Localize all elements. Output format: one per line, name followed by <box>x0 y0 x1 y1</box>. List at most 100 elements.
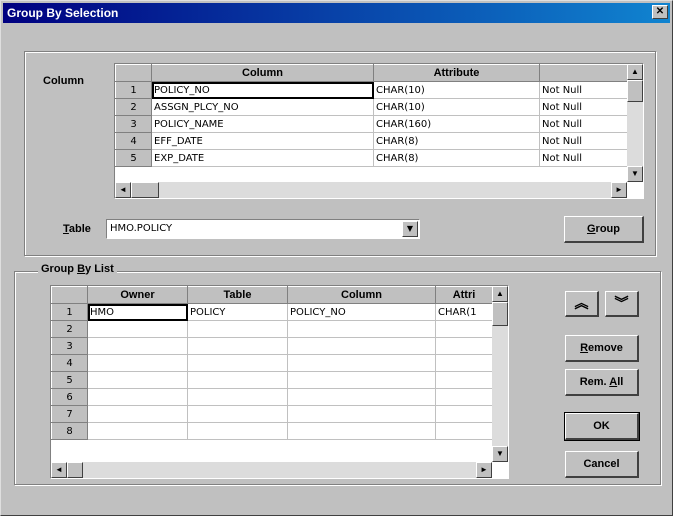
cell-table[interactable]: POLICY <box>187 303 288 321</box>
cell-attri[interactable] <box>435 422 493 440</box>
ok-button[interactable]: OK <box>564 412 640 441</box>
table-row[interactable]: 1 HMO POLICY POLICY_NO CHAR(1 <box>51 303 493 321</box>
table-row[interactable]: 5 <box>51 371 493 389</box>
hscroll-thumb[interactable] <box>67 462 83 478</box>
header-column[interactable]: Column <box>287 286 436 304</box>
cell-table[interactable] <box>187 405 288 423</box>
table-row[interactable]: 3 POLICY_NAME CHAR(160) Not Null <box>115 115 628 133</box>
cell-owner[interactable]: HMO <box>87 303 188 321</box>
column-label: Column <box>43 75 84 87</box>
cell-column[interactable]: EXP_DATE <box>151 149 374 167</box>
cell-attri[interactable] <box>435 388 493 406</box>
cell-column[interactable] <box>287 388 436 406</box>
cell-attri[interactable] <box>435 405 493 423</box>
table-label: Table <box>63 223 91 235</box>
cell-nullable[interactable]: Not Null <box>539 81 628 99</box>
dropdown-icon[interactable]: ▼ <box>402 221 418 237</box>
cell-owner[interactable] <box>87 388 188 406</box>
column-grid-hscroll[interactable]: ◄ ► <box>115 182 627 198</box>
cell-owner[interactable] <box>87 354 188 372</box>
table-row[interactable]: 8 <box>51 422 493 440</box>
hscroll-thumb[interactable] <box>131 182 159 198</box>
header-attri[interactable]: Attri <box>435 286 493 304</box>
group-by-list-label-rest: y List <box>85 263 114 275</box>
cell-attri[interactable] <box>435 337 493 355</box>
table-combobox[interactable]: HMO.POLICY ▼ <box>106 219 420 239</box>
cell-attribute[interactable]: CHAR(10) <box>373 81 540 99</box>
column-grid[interactable]: Column Attribute 1 POLICY_NO CHAR(10) Not N… <box>114 63 644 199</box>
cell-owner[interactable] <box>87 371 188 389</box>
cell-table[interactable] <box>187 320 288 338</box>
cancel-button[interactable]: Cancel <box>565 451 639 478</box>
cell-owner[interactable] <box>87 405 188 423</box>
cell-column[interactable]: POLICY_NO <box>151 81 374 99</box>
scroll-left-icon[interactable]: ◄ <box>115 182 131 198</box>
scroll-down-icon[interactable]: ▼ <box>627 166 643 182</box>
cell-attri[interactable] <box>435 354 493 372</box>
close-button[interactable]: ✕ <box>652 5 668 19</box>
cell-nullable[interactable]: Not Null <box>539 132 628 150</box>
cell-column[interactable]: POLICY_NO <box>287 303 436 321</box>
cell-attri[interactable] <box>435 320 493 338</box>
move-up-button[interactable]: ︽ <box>565 291 599 317</box>
cell-column[interactable]: EFF_DATE <box>151 132 374 150</box>
scroll-thumb[interactable] <box>492 302 508 326</box>
cell-column[interactable] <box>287 371 436 389</box>
table-row[interactable]: 4 EFF_DATE CHAR(8) Not Null <box>115 132 628 150</box>
table-row[interactable]: 1 POLICY_NO CHAR(10) Not Null <box>115 81 628 99</box>
cell-attri[interactable] <box>435 371 493 389</box>
table-row[interactable]: 3 <box>51 337 493 355</box>
scroll-up-icon[interactable]: ▲ <box>492 286 508 302</box>
table-label-rest: able <box>68 223 91 235</box>
cell-table[interactable] <box>187 422 288 440</box>
scroll-up-icon[interactable]: ▲ <box>627 64 643 80</box>
cell-owner[interactable] <box>87 337 188 355</box>
cell-attribute[interactable]: CHAR(160) <box>373 115 540 133</box>
table-row[interactable]: 4 <box>51 354 493 372</box>
cell-table[interactable] <box>187 371 288 389</box>
cell-column[interactable] <box>287 337 436 355</box>
scroll-right-icon[interactable]: ► <box>611 182 627 198</box>
cell-column[interactable]: POLICY_NAME <box>151 115 374 133</box>
table-row[interactable]: 2 ASSGN_PLCY_NO CHAR(10) Not Null <box>115 98 628 116</box>
cell-nullable[interactable]: Not Null <box>539 115 628 133</box>
remove-all-button[interactable]: Rem. All <box>565 369 639 396</box>
group-by-grid[interactable]: Owner Table Column Attri 1 HMO POLICY POLIC… <box>50 285 509 479</box>
cell-nullable[interactable]: Not Null <box>539 149 628 167</box>
group-by-grid-hscroll[interactable]: ◄ ► <box>51 462 492 478</box>
cell-owner[interactable] <box>87 422 188 440</box>
cell-table[interactable] <box>187 354 288 372</box>
table-row[interactable]: 6 <box>51 388 493 406</box>
cell-attri[interactable]: CHAR(1 <box>435 303 493 321</box>
cell-column[interactable] <box>287 354 436 372</box>
cell-table[interactable] <box>187 388 288 406</box>
scroll-left-icon[interactable]: ◄ <box>51 462 67 478</box>
table-row[interactable]: 5 EXP_DATE CHAR(8) Not Null <box>115 149 628 167</box>
cell-owner[interactable] <box>87 320 188 338</box>
group-by-grid-vscroll[interactable]: ▲ ▼ <box>492 286 508 462</box>
cell-nullable[interactable]: Not Null <box>539 98 628 116</box>
header-extra[interactable] <box>539 64 628 82</box>
cell-column[interactable] <box>287 422 436 440</box>
header-column[interactable]: Column <box>151 64 374 82</box>
scroll-down-icon[interactable]: ▼ <box>492 446 508 462</box>
table-row[interactable]: 7 <box>51 405 493 423</box>
cell-attribute[interactable]: CHAR(10) <box>373 98 540 116</box>
cell-table[interactable] <box>187 337 288 355</box>
cell-column[interactable] <box>287 320 436 338</box>
table-row[interactable]: 2 <box>51 320 493 338</box>
header-attribute[interactable]: Attribute <box>373 64 540 82</box>
header-table[interactable]: Table <box>187 286 288 304</box>
scroll-thumb[interactable] <box>627 80 643 102</box>
group-button-mnemonic: G <box>586 223 596 235</box>
cell-attribute[interactable]: CHAR(8) <box>373 149 540 167</box>
remove-button[interactable]: Remove <box>565 335 639 362</box>
move-down-button[interactable]: ︾ <box>605 291 639 317</box>
column-grid-vscroll[interactable]: ▲ ▼ <box>627 64 643 182</box>
scroll-right-icon[interactable]: ► <box>476 462 492 478</box>
cell-attribute[interactable]: CHAR(8) <box>373 132 540 150</box>
cell-column[interactable]: ASSGN_PLCY_NO <box>151 98 374 116</box>
group-button[interactable]: Group <box>564 216 644 243</box>
header-owner[interactable]: Owner <box>87 286 188 304</box>
cell-column[interactable] <box>287 405 436 423</box>
